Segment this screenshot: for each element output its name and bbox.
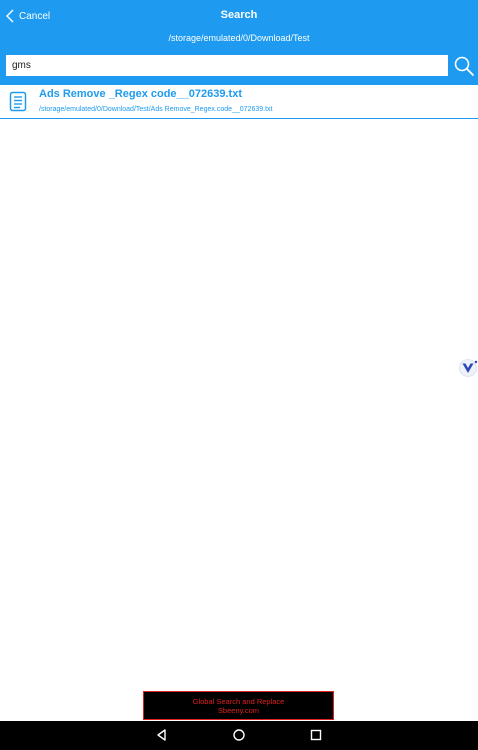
screen: Cancel Search /storage/emulated/0/Downlo… <box>0 0 478 750</box>
ad-line-2: Sbeeny.com <box>217 706 260 715</box>
square-recents-icon <box>310 729 322 741</box>
v-logo-icon <box>459 359 478 377</box>
ad-line-1: Global Search and Replace <box>192 697 285 706</box>
nav-home-button[interactable] <box>231 727 247 743</box>
ad-banner[interactable]: Global Search and Replace Sbeeny.com <box>143 691 334 720</box>
directory-path: /storage/emulated/0/Download/Test <box>168 33 310 43</box>
triangle-back-icon <box>157 729 166 741</box>
system-nav-bar <box>0 721 478 750</box>
circle-home-icon <box>233 729 245 741</box>
floating-app-button[interactable] <box>458 359 478 377</box>
page-title: Search <box>220 9 258 21</box>
list-item[interactable]: Ads Remove _Regex code__072639.txt /stor… <box>0 86 478 119</box>
document-icon <box>9 91 27 112</box>
header-bar: Cancel Search /storage/emulated/0/Downlo… <box>0 0 478 85</box>
result-file-name: Ads Remove _Regex code__072639.txt <box>39 88 242 100</box>
nav-recents-button[interactable] <box>308 727 324 743</box>
search-icon <box>454 56 474 76</box>
nav-back-button[interactable] <box>154 727 170 743</box>
search-button[interactable] <box>453 55 475 77</box>
result-file-path: /storage/emulated/0/Download/Test/Ads Re… <box>39 106 273 113</box>
search-input[interactable] <box>6 55 448 76</box>
